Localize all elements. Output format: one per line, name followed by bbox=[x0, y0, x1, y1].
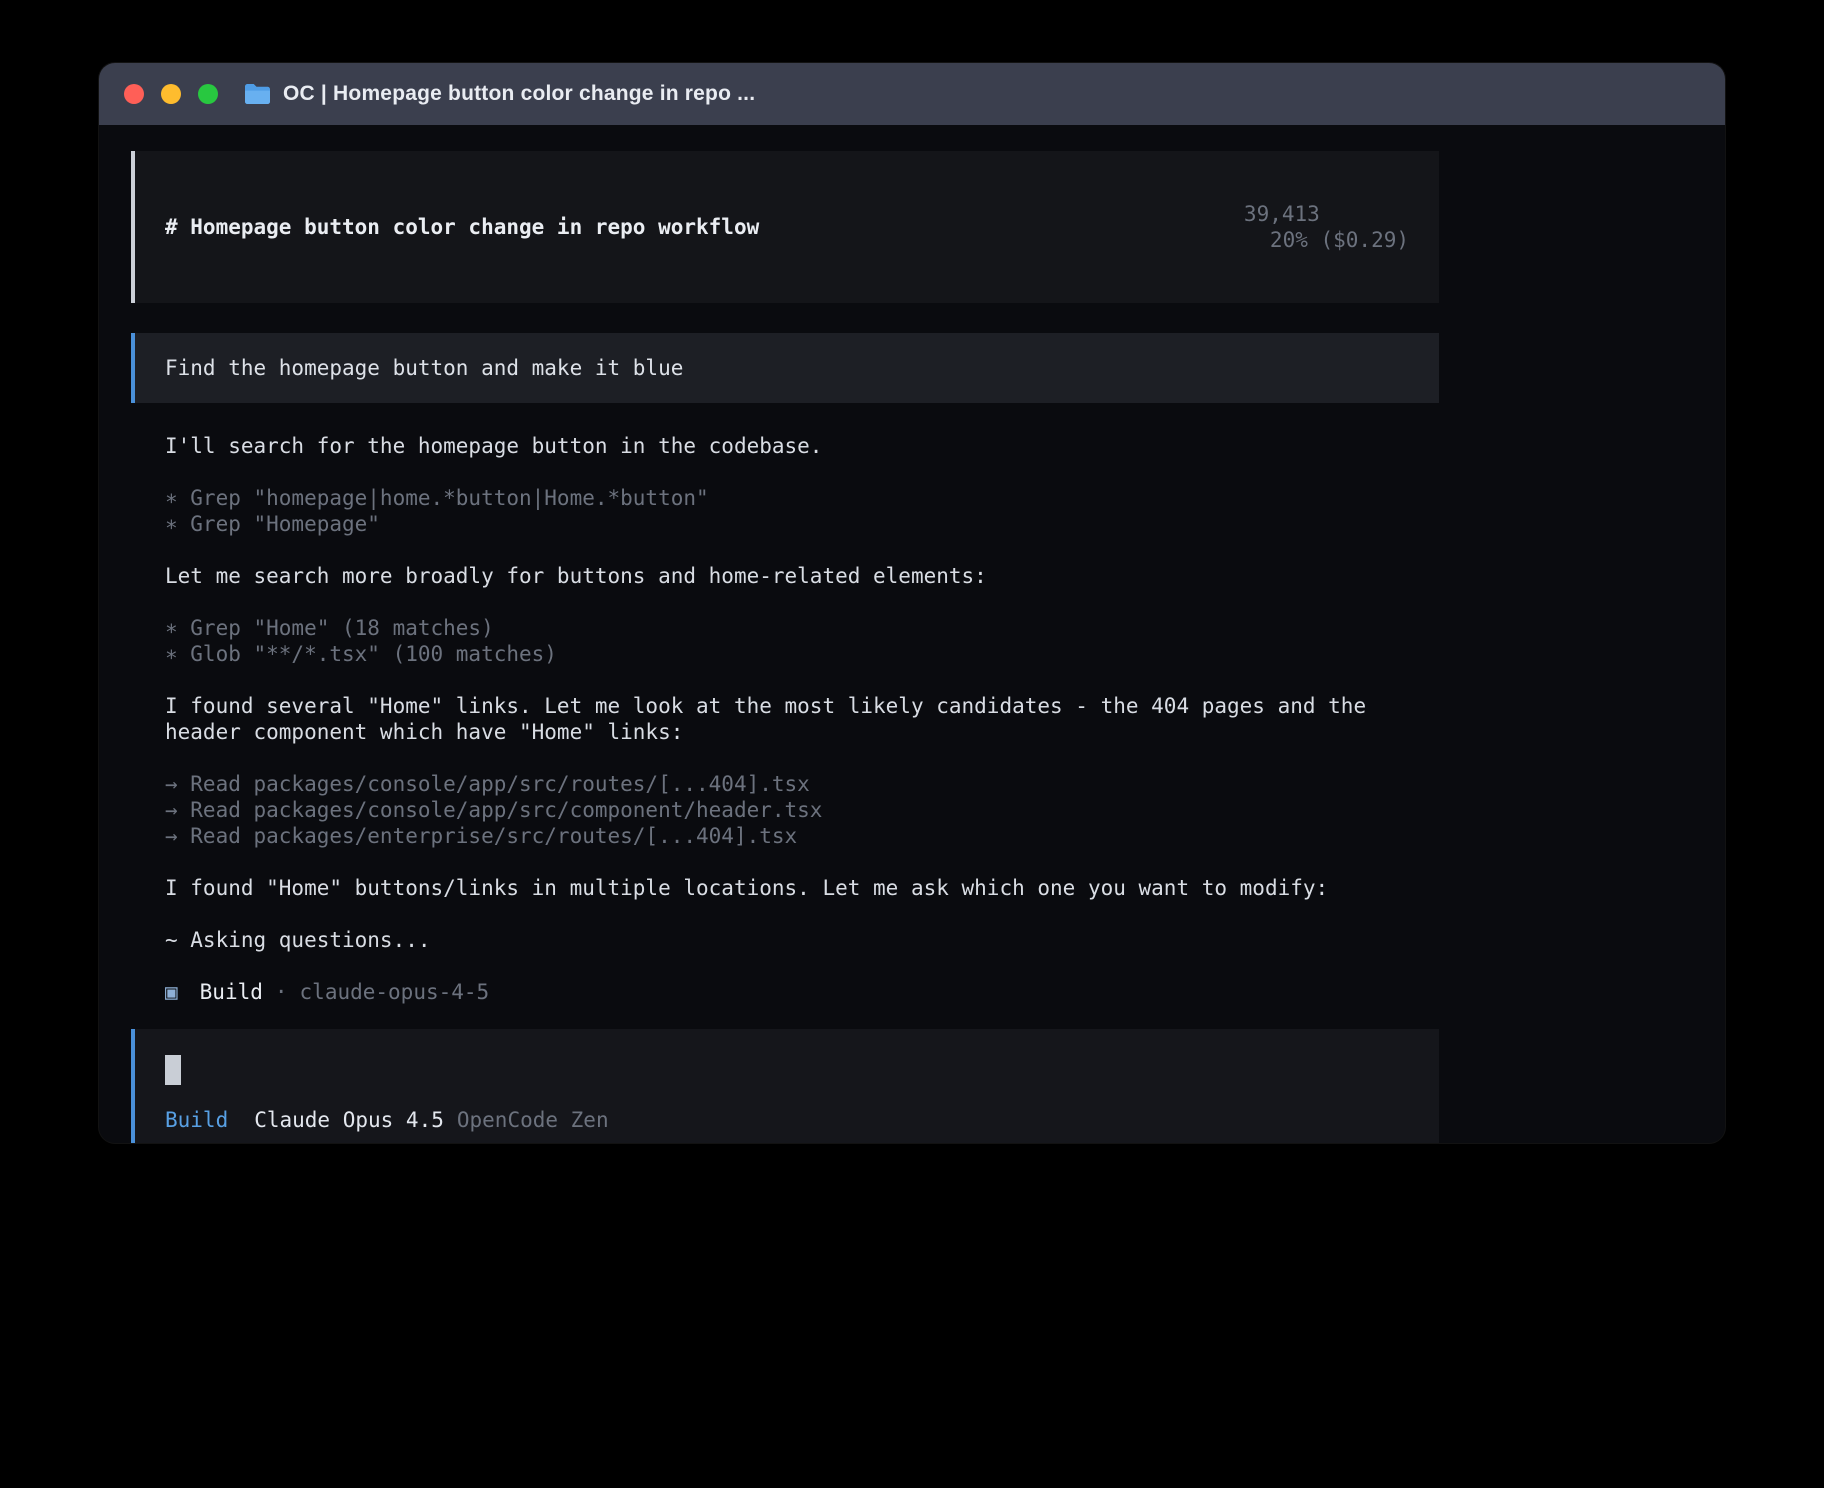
status-text: ~ Asking questions... bbox=[165, 927, 1439, 953]
tool-call-grep: ∗ Grep "Homepage" bbox=[165, 511, 1439, 537]
terminal-content: # Homepage button color change in repo w… bbox=[99, 125, 1725, 1143]
assistant-text: I found several "Home" links. Let me loo… bbox=[165, 693, 1439, 745]
tool-call-read: → Read packages/console/app/src/componen… bbox=[165, 797, 1439, 823]
input-agent-mode[interactable]: Build bbox=[165, 1108, 228, 1132]
context-usage: 20% ($0.29) bbox=[1270, 228, 1409, 252]
prompt-input[interactable]: Build Claude Opus 4.5 OpenCode Zen bbox=[131, 1029, 1439, 1143]
agent-icon: ▣ bbox=[165, 980, 178, 1004]
tool-call-read: → Read packages/enterprise/src/routes/[.… bbox=[165, 823, 1439, 849]
folder-icon bbox=[244, 83, 271, 105]
session-title: # Homepage button color change in repo w… bbox=[165, 214, 759, 240]
tool-call-read: → Read packages/console/app/src/routes/[… bbox=[165, 771, 1439, 797]
text-cursor bbox=[165, 1055, 181, 1085]
session-header: # Homepage button color change in repo w… bbox=[131, 151, 1439, 303]
input-line[interactable] bbox=[165, 1055, 1409, 1085]
input-model: Claude Opus 4.5 bbox=[254, 1108, 444, 1132]
tool-call-glob: ∗ Glob "**/*.tsx" (100 matches) bbox=[165, 641, 1439, 667]
assistant-response: I'll search for the homepage button in t… bbox=[131, 433, 1439, 1005]
agent-name: Build bbox=[200, 980, 263, 1004]
window-title: OC | Homepage button color change in rep… bbox=[283, 82, 755, 106]
assistant-text: I found "Home" buttons/links in multiple… bbox=[165, 875, 1439, 901]
input-status-line: Build Claude Opus 4.5 OpenCode Zen bbox=[165, 1107, 1409, 1133]
session-meta: 39,413 20% ($0.29) bbox=[1117, 175, 1409, 279]
user-message: Find the homepage button and make it blu… bbox=[131, 333, 1439, 403]
minimize-button[interactable] bbox=[161, 84, 181, 104]
terminal-window: OC | Homepage button color change in rep… bbox=[99, 63, 1725, 1143]
titlebar: OC | Homepage button color change in rep… bbox=[99, 63, 1725, 125]
user-message-text: Find the homepage button and make it blu… bbox=[165, 356, 683, 380]
assistant-text: I'll search for the homepage button in t… bbox=[165, 433, 1439, 459]
close-button[interactable] bbox=[124, 84, 144, 104]
assistant-text: Let me search more broadly for buttons a… bbox=[165, 563, 1439, 589]
zoom-button[interactable] bbox=[198, 84, 218, 104]
traffic-lights bbox=[124, 84, 218, 104]
tool-call-grep: ∗ Grep "homepage|home.*button|Home.*butt… bbox=[165, 485, 1439, 511]
agent-status-line: ▣ Build · claude-opus-4-5 bbox=[165, 979, 1439, 1005]
input-provider: OpenCode Zen bbox=[457, 1108, 609, 1132]
tool-call-grep: ∗ Grep "Home" (18 matches) bbox=[165, 615, 1439, 641]
agent-model: claude-opus-4-5 bbox=[300, 980, 490, 1004]
token-count: 39,413 bbox=[1244, 202, 1320, 226]
desktop: OC | Homepage button color change in rep… bbox=[0, 0, 1824, 1488]
separator-dot: · bbox=[275, 980, 288, 1004]
